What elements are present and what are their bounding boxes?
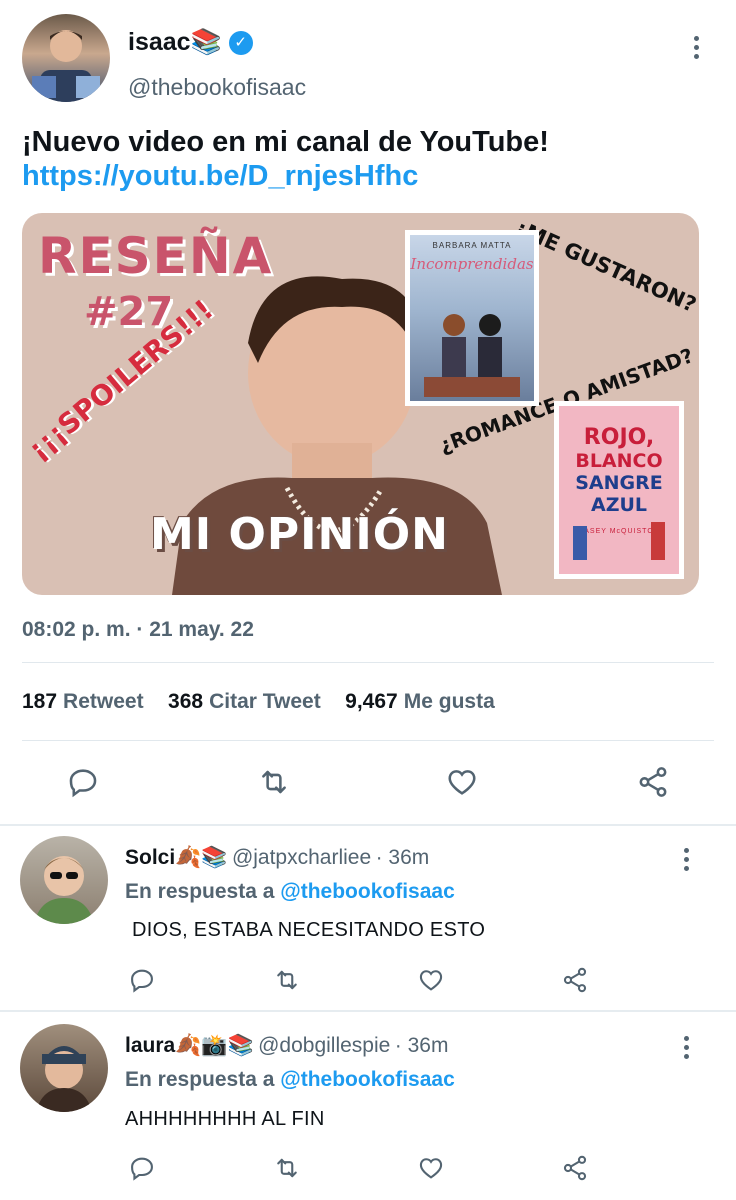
share-icon[interactable] — [636, 765, 670, 799]
verified-badge-icon: ✓ — [228, 31, 253, 56]
retweet-icon[interactable] — [255, 765, 293, 799]
reply-icon[interactable] — [128, 1154, 156, 1182]
like-label: Me gusta — [403, 690, 495, 713]
media-thumbnail[interactable]: RESEÑA #27 ¡¡¡SPOILERS!!! ¿ME GUSTARON? … — [22, 213, 699, 595]
reply-text: AHHHHHHHH AL FIN — [125, 1108, 325, 1130]
divider — [22, 740, 714, 741]
reply-mention-link[interactable]: @thebookofisaac — [280, 1068, 455, 1091]
author-name-row[interactable]: isaac📚 ✓ — [128, 28, 253, 57]
stat-quotes[interactable]: 368 Citar Tweet — [168, 690, 325, 713]
share-icon[interactable] — [561, 1154, 589, 1182]
tweet-link[interactable]: https://youtu.be/D_rnjesHfhc — [22, 158, 418, 194]
book1-author: BARBARA MATTA — [432, 241, 512, 250]
book-cover-rojo-blanco-sangre-azul: ROJO, BLANCO SANGRE AZUL CASEY McQUISTON — [554, 401, 684, 579]
book2-line3: SANGRE — [575, 472, 663, 494]
retweet-label: Retweet — [63, 690, 144, 713]
author-name[interactable]: isaac📚 — [128, 28, 222, 56]
like-icon[interactable] — [416, 1154, 446, 1182]
reply-avatar[interactable] — [20, 836, 108, 924]
reply-time[interactable]: · 36m — [395, 1034, 449, 1057]
reply-icon[interactable] — [128, 966, 156, 994]
book1-title: Incomprendidas — [410, 255, 534, 273]
share-icon[interactable] — [561, 966, 589, 994]
thumbnail-title: RESEÑA — [38, 227, 274, 285]
stat-retweets[interactable]: 187 Retweet — [22, 690, 148, 713]
more-options-icon[interactable] — [684, 848, 692, 875]
reply-mention-link[interactable]: @thebookofisaac — [280, 880, 455, 903]
reply-avatar[interactable] — [20, 1024, 108, 1112]
book-cover-incomprendidas: BARBARA MATTA Incomprendidas — [405, 230, 539, 406]
reply-prefix: En respuesta a — [125, 880, 275, 903]
thumbnail-caption: MI OPINIÓN — [150, 509, 449, 560]
reply-icon[interactable] — [66, 765, 100, 799]
reply-author-name[interactable]: Solci🍂📚 — [125, 846, 227, 869]
reply-context: En respuesta a @thebookofisaac — [125, 880, 455, 904]
section-divider — [0, 824, 736, 826]
retweet-count: 187 — [22, 690, 58, 713]
reply-author-handle[interactable]: @dobgillespie — [258, 1034, 390, 1057]
tweet-text: ¡Nuevo video en mi canal de YouTube! — [22, 126, 549, 158]
book2-line1: ROJO, — [583, 425, 655, 450]
like-icon[interactable] — [444, 765, 480, 799]
more-options-icon[interactable] — [694, 36, 702, 63]
author-handle[interactable]: @thebookofisaac — [128, 74, 306, 101]
reply-header: laura🍂📸📚 @dobgillespie · 36m — [125, 1034, 448, 1058]
like-icon[interactable] — [416, 966, 446, 994]
reply-header: Solci🍂📚 @jatpxcharliee · 36m — [125, 846, 429, 870]
reply-author-handle[interactable]: @jatpxcharliee — [232, 846, 371, 869]
like-count: 9,467 — [345, 690, 398, 713]
tweet-stats: 187 Retweet 368 Citar Tweet 9,467 Me gusta — [22, 690, 495, 714]
section-divider — [0, 1010, 736, 1012]
divider — [22, 662, 714, 663]
retweet-icon[interactable] — [271, 1154, 303, 1182]
reply-author-name[interactable]: laura🍂📸📚 — [125, 1034, 254, 1057]
tweet-timestamp[interactable]: 08:02 p. m. · 21 may. 22 — [22, 618, 254, 642]
reply-time[interactable]: · 36m — [376, 846, 430, 869]
book2-line2: BLANCO — [575, 450, 663, 472]
reply-text: DIOS, ESTABA NECESITANDO ESTO — [132, 919, 486, 941]
retweet-icon[interactable] — [271, 966, 303, 994]
reply-context: En respuesta a @thebookofisaac — [125, 1068, 455, 1092]
stat-likes[interactable]: 9,467 Me gusta — [345, 690, 495, 713]
reply-prefix: En respuesta a — [125, 1068, 275, 1091]
author-avatar[interactable] — [22, 14, 110, 102]
more-options-icon[interactable] — [684, 1036, 692, 1063]
quote-label: Citar Tweet — [209, 690, 321, 713]
quote-count: 368 — [168, 690, 204, 713]
